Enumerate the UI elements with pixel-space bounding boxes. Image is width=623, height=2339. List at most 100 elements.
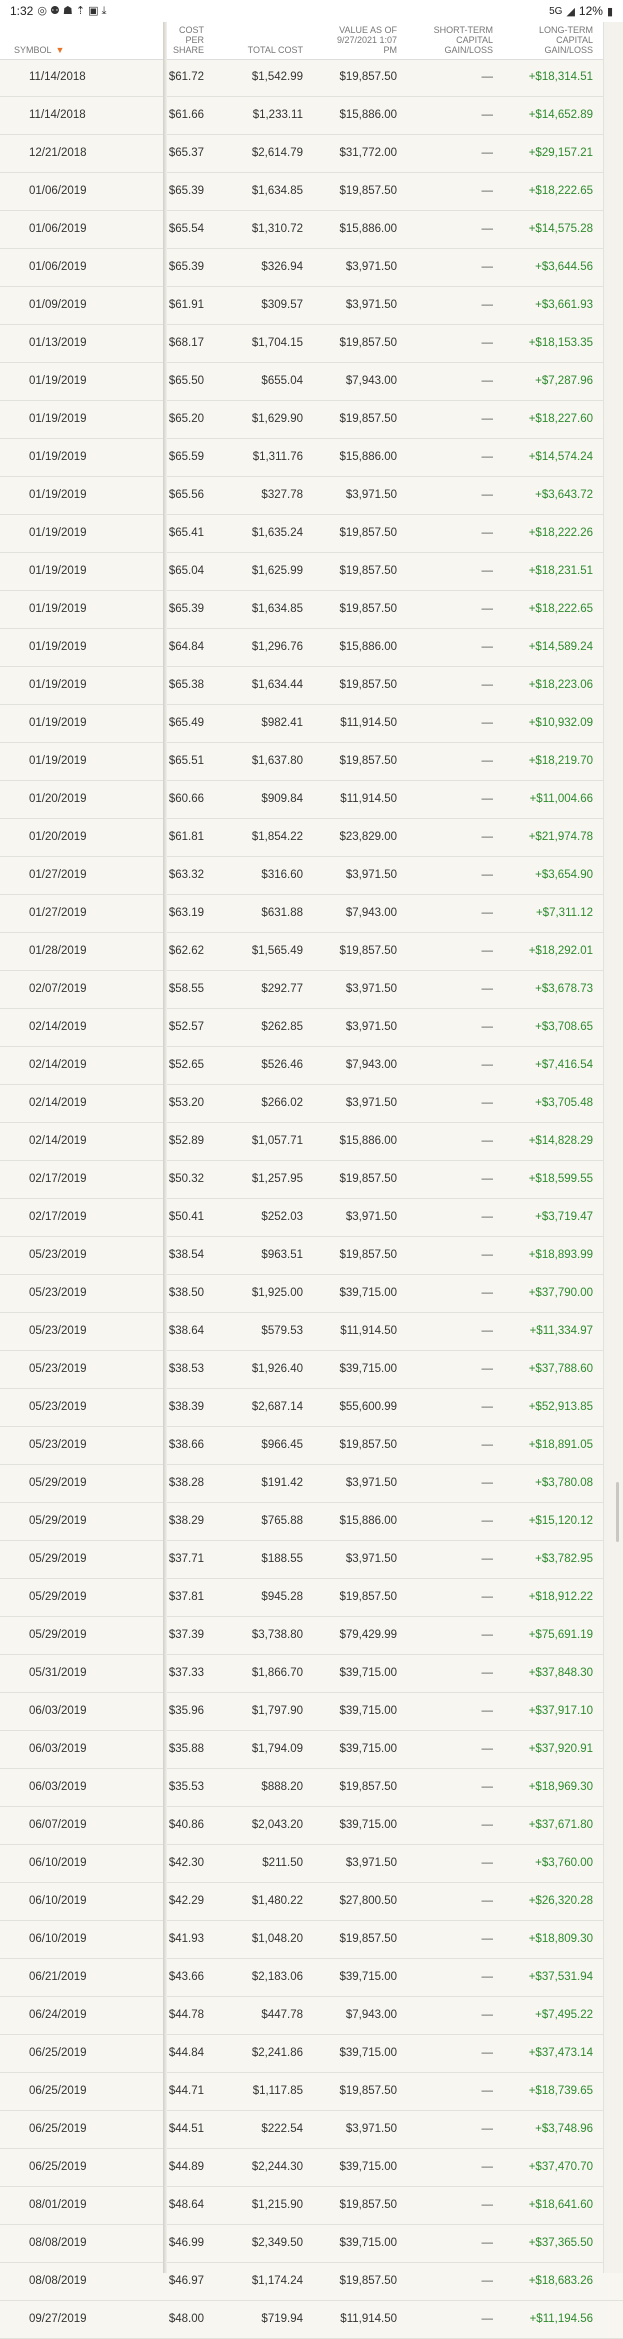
table-row[interactable]: 01/20/2019 $61.81 $1,854.22 $23,829.00 — +$21… (0, 819, 623, 857)
table-row[interactable]: 01/13/2019 $68.17 $1,704.15 $19,857.50 — +$18… (0, 325, 623, 363)
long-term-gain-cell: +$3,780.08 (535, 1477, 593, 1489)
header-value-as-of[interactable]: VALUE AS OF 9/27/2021 1:07 PM (337, 25, 397, 55)
table-row[interactable]: 01/27/2019 $63.32 $316.60 $3,971.50 — +$3,654… (0, 857, 623, 895)
table-row[interactable]: 01/19/2019 $65.20 $1,629.90 $19,857.50 — +$18… (0, 401, 623, 439)
header-long-term[interactable]: LONG-TERM CAPITAL GAIN/LOSS (539, 25, 593, 55)
table-row[interactable]: 01/19/2019 $65.49 $982.41 $11,914.50 — +$10,9… (0, 705, 623, 743)
table-row[interactable]: 05/29/2019 $38.28 $191.42 $3,971.50 — +$3,780… (0, 1465, 623, 1503)
table-row[interactable]: 01/27/2019 $63.19 $631.88 $7,943.00 — +$7,311… (0, 895, 623, 933)
table-row[interactable]: 08/01/2019 $48.64 $1,215.90 $19,857.50 — +$18… (0, 2187, 623, 2225)
table-row[interactable]: 01/19/2019 $65.51 $1,637.80 $19,857.50 — +$18… (0, 743, 623, 781)
short-term-gain-cell: — (481, 603, 494, 615)
table-row[interactable]: 02/14/2019 $52.57 $262.85 $3,971.50 — +$3,708… (0, 1009, 623, 1047)
value-cell: $7,943.00 (345, 375, 397, 387)
table-row[interactable]: 01/19/2019 $65.50 $655.04 $7,943.00 — +$7,287… (0, 363, 623, 401)
table-row[interactable]: 06/10/2019 $42.29 $1,480.22 $27,800.50 — +$26… (0, 1883, 623, 1921)
header-line: LONG-TERM (539, 25, 593, 35)
table-row[interactable]: 06/25/2019 $44.89 $2,244.30 $39,715.00 — +$37… (0, 2149, 623, 2187)
lot-date-cell: 01/19/2019 (29, 755, 87, 767)
table-row[interactable]: 01/06/2019 $65.39 $1,634.85 $19,857.50 — +$18… (0, 173, 623, 211)
short-term-gain-cell: — (481, 2123, 494, 2135)
long-term-gain-cell: +$18,222.65 (528, 185, 593, 197)
lot-date-cell: 01/19/2019 (29, 641, 87, 653)
table-row[interactable]: 01/19/2019 $65.04 $1,625.99 $19,857.50 — +$18… (0, 553, 623, 591)
table-row[interactable]: 06/07/2019 $40.86 $2,043.20 $39,715.00 — +$37… (0, 1807, 623, 1845)
cost-per-share-cell: $61.91 (168, 299, 204, 311)
table-row[interactable]: 05/23/2019 $38.50 $1,925.00 $39,715.00 — +$37… (0, 1275, 623, 1313)
cost-per-share-cell: $65.54 (168, 223, 204, 235)
table-row[interactable]: 06/25/2019 $44.71 $1,117.85 $19,857.50 — +$18… (0, 2073, 623, 2111)
table-row[interactable]: 11/14/2018 $61.72 $1,542.99 $19,857.50 — +$18… (0, 59, 623, 97)
lot-date-cell: 01/19/2019 (29, 603, 87, 615)
table-row[interactable]: 01/06/2019 $65.39 $326.94 $3,971.50 — +$3,644… (0, 249, 623, 287)
table-row[interactable]: 02/14/2019 $53.20 $266.02 $3,971.50 — +$3,705… (0, 1085, 623, 1123)
value-cell: $3,971.50 (345, 1857, 397, 1869)
table-row[interactable]: 12/21/2018 $65.37 $2,614.79 $31,772.00 — +$29… (0, 135, 623, 173)
table-row[interactable]: 09/27/2019 $48.00 $719.94 $11,914.50 — +$11,1… (0, 2301, 623, 2339)
value-cell: $3,971.50 (345, 1553, 397, 1565)
lot-date-cell: 05/29/2019 (29, 1477, 87, 1489)
table-row[interactable]: 06/25/2019 $44.84 $2,241.86 $39,715.00 — +$37… (0, 2035, 623, 2073)
total-cost-cell: $3,738.80 (251, 1629, 303, 1641)
long-term-gain-cell: +$11,194.56 (529, 2313, 593, 2325)
short-term-gain-cell: — (481, 1097, 494, 1109)
table-row[interactable]: 06/03/2019 $35.53 $888.20 $19,857.50 — +$18,9… (0, 1769, 623, 1807)
table-row[interactable]: 01/19/2019 $65.39 $1,634.85 $19,857.50 — +$18… (0, 591, 623, 629)
cost-per-share-cell: $35.96 (168, 1705, 204, 1717)
table-row[interactable]: 05/23/2019 $38.66 $966.45 $19,857.50 — +$18,8… (0, 1427, 623, 1465)
table-row[interactable]: 11/14/2018 $61.66 $1,233.11 $15,886.00 — +$14… (0, 97, 623, 135)
header-total-cost[interactable]: TOTAL COST (248, 45, 303, 55)
table-row[interactable]: 06/25/2019 $44.51 $222.54 $3,971.50 — +$3,748… (0, 2111, 623, 2149)
table-row[interactable]: 02/17/2019 $50.32 $1,257.95 $19,857.50 — +$18… (0, 1161, 623, 1199)
table-row[interactable]: 06/10/2019 $42.30 $211.50 $3,971.50 — +$3,760… (0, 1845, 623, 1883)
scrollbar-thumb[interactable] (616, 1482, 619, 1542)
table-row[interactable]: 01/20/2019 $60.66 $909.84 $11,914.50 — +$11,0… (0, 781, 623, 819)
table-row[interactable]: 06/24/2019 $44.78 $447.78 $7,943.00 — +$7,495… (0, 1997, 623, 2035)
table-row[interactable]: 08/08/2019 $46.99 $2,349.50 $39,715.00 — +$37… (0, 2225, 623, 2263)
table-row[interactable]: 01/19/2019 $64.84 $1,296.76 $15,886.00 — +$14… (0, 629, 623, 667)
total-cost-cell: $1,542.99 (251, 71, 303, 83)
table-row[interactable]: 06/03/2019 $35.88 $1,794.09 $39,715.00 — +$37… (0, 1731, 623, 1769)
table-row[interactable]: 05/29/2019 $37.81 $945.28 $19,857.50 — +$18,9… (0, 1579, 623, 1617)
table-row[interactable]: 05/29/2019 $37.39 $3,738.80 $79,429.99 — +$75… (0, 1617, 623, 1655)
lot-date-cell: 02/14/2019 (29, 1021, 87, 1033)
total-cost-cell: $1,233.11 (252, 109, 303, 121)
table-row[interactable]: 01/19/2019 $65.56 $327.78 $3,971.50 — +$3,643… (0, 477, 623, 515)
long-term-gain-cell: +$18,739.65 (528, 2085, 593, 2097)
table-row[interactable]: 06/10/2019 $41.93 $1,048.20 $19,857.50 — +$18… (0, 1921, 623, 1959)
lot-date-cell: 12/21/2018 (29, 147, 87, 159)
table-row[interactable]: 05/23/2019 $38.64 $579.53 $11,914.50 — +$11,3… (0, 1313, 623, 1351)
header-cost-per-share[interactable]: COST PER SHARE (173, 25, 204, 55)
table-row[interactable]: 02/14/2019 $52.89 $1,057.71 $15,886.00 — +$14… (0, 1123, 623, 1161)
short-term-gain-cell: — (481, 907, 494, 919)
long-term-gain-cell: +$37,917.10 (528, 1705, 593, 1717)
table-row[interactable]: 01/19/2019 $65.59 $1,311.76 $15,886.00 — +$14… (0, 439, 623, 477)
header-symbol[interactable]: SYMBOL ▼ (14, 45, 64, 55)
table-row[interactable]: 01/19/2019 $65.38 $1,634.44 $19,857.50 — +$18… (0, 667, 623, 705)
cost-per-share-cell: $38.29 (168, 1515, 204, 1527)
table-row[interactable]: 05/29/2019 $37.71 $188.55 $3,971.50 — +$3,782… (0, 1541, 623, 1579)
table-row[interactable]: 06/21/2019 $43.66 $2,183.06 $39,715.00 — +$37… (0, 1959, 623, 1997)
table-row[interactable]: 05/23/2019 $38.39 $2,687.14 $55,600.99 — +$52… (0, 1389, 623, 1427)
table-row[interactable]: 01/19/2019 $65.41 $1,635.24 $19,857.50 — +$18… (0, 515, 623, 553)
table-row[interactable]: 05/29/2019 $38.29 $765.88 $15,886.00 — +$15,1… (0, 1503, 623, 1541)
short-term-gain-cell: — (481, 679, 494, 691)
table-row[interactable]: 01/09/2019 $61.91 $309.57 $3,971.50 — +$3,661… (0, 287, 623, 325)
table-row[interactable]: 01/06/2019 $65.54 $1,310.72 $15,886.00 — +$14… (0, 211, 623, 249)
table-row[interactable]: 02/14/2019 $52.65 $526.46 $7,943.00 — +$7,416… (0, 1047, 623, 1085)
total-cost-cell: $765.88 (261, 1515, 303, 1527)
value-cell: $15,886.00 (339, 223, 397, 235)
table-row[interactable]: 02/17/2019 $50.41 $252.03 $3,971.50 — +$3,719… (0, 1199, 623, 1237)
table-row[interactable]: 02/07/2019 $58.55 $292.77 $3,971.50 — +$3,678… (0, 971, 623, 1009)
table-row[interactable]: 06/03/2019 $35.96 $1,797.90 $39,715.00 — +$37… (0, 1693, 623, 1731)
short-term-gain-cell: — (481, 1363, 494, 1375)
short-term-gain-cell: — (481, 1059, 494, 1071)
table-row[interactable]: 05/31/2019 $37.33 $1,866.70 $39,715.00 — +$37… (0, 1655, 623, 1693)
lot-date-cell: 01/19/2019 (29, 717, 87, 729)
total-cost-cell: $262.85 (261, 1021, 303, 1033)
table-row[interactable]: 05/23/2019 $38.54 $963.51 $19,857.50 — +$18,8… (0, 1237, 623, 1275)
table-row[interactable]: 05/23/2019 $38.53 $1,926.40 $39,715.00 — +$37… (0, 1351, 623, 1389)
table-row[interactable]: 01/28/2019 $62.62 $1,565.49 $19,857.50 — +$18… (0, 933, 623, 971)
header-short-term[interactable]: SHORT-TERM CAPITAL GAIN/LOSS (434, 25, 493, 55)
table-row[interactable]: 08/08/2019 $46.97 $1,174.24 $19,857.50 — +$18… (0, 2263, 623, 2301)
